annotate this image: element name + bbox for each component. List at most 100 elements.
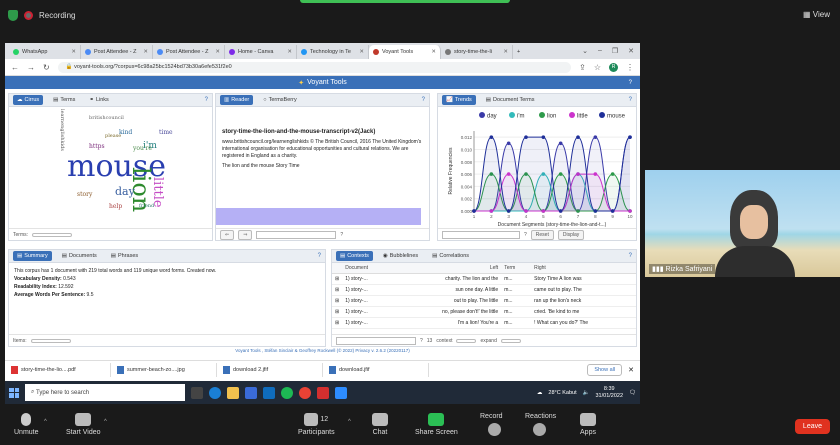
task-view-icon[interactable] bbox=[191, 386, 203, 399]
notification-icon[interactable]: 🗨 bbox=[629, 390, 636, 396]
participants-button[interactable]: 12 Participants bbox=[298, 413, 335, 436]
chat-button[interactable]: Chat bbox=[372, 413, 388, 436]
items-slider[interactable] bbox=[30, 338, 71, 343]
view-button[interactable]: ▦ View bbox=[803, 10, 830, 19]
clock[interactable]: 8:39 31/01/2022 bbox=[595, 386, 623, 399]
trends-search-input[interactable] bbox=[442, 230, 520, 239]
maximize-icon[interactable]: ❐ bbox=[612, 47, 618, 55]
help-icon[interactable]: ? bbox=[629, 80, 632, 86]
browser-tab[interactable]: story-time-the-li ✕ bbox=[441, 45, 513, 59]
cloud-word[interactable]: help bbox=[109, 203, 122, 210]
download-item[interactable]: download 2.jfif bbox=[223, 363, 323, 377]
cloud-word[interactable]: please bbox=[105, 133, 121, 139]
help-icon[interactable]: ? bbox=[205, 97, 208, 103]
tab-links[interactable]: ⚭ Links bbox=[85, 95, 112, 105]
browser-tab[interactable]: Home - Canva ✕ bbox=[225, 45, 297, 59]
document-segment-bar[interactable] bbox=[216, 208, 421, 225]
help-icon[interactable]: ? bbox=[629, 97, 632, 103]
help-icon[interactable]: ? bbox=[420, 338, 423, 344]
tab-correlations[interactable]: ▤ Correlations bbox=[428, 251, 473, 261]
acrobat-icon[interactable] bbox=[317, 386, 329, 399]
tab-phrases[interactable]: ▤ Phrases bbox=[107, 251, 142, 261]
menu-icon[interactable]: ⋮ bbox=[626, 63, 634, 72]
legend-label[interactable]: little bbox=[577, 114, 588, 120]
tab-cirrus[interactable]: ☁ Cirrus bbox=[13, 95, 44, 105]
download-item[interactable]: story-time-the-lio....pdf bbox=[11, 363, 111, 377]
speaker-icon[interactable]: 🔈 bbox=[583, 390, 590, 396]
help-icon[interactable]: ? bbox=[318, 253, 321, 259]
browser-tab[interactable]: Technology in Te ✕ bbox=[297, 45, 369, 59]
record-button[interactable]: Record bbox=[480, 413, 503, 436]
legend-label[interactable]: mouse bbox=[607, 114, 626, 120]
table-row[interactable]: ⊞ 1) story-... no, please don't!' the litt… bbox=[332, 306, 636, 318]
legend-label[interactable]: lion bbox=[547, 114, 556, 120]
column-header[interactable]: Left bbox=[392, 263, 502, 274]
table-row[interactable]: ⊞ 1) story-... out to play. The little m...… bbox=[332, 295, 636, 307]
tab-contexts[interactable]: ▤ Contexts bbox=[336, 251, 373, 261]
tab-document-terms[interactable]: ▤ Document Terms bbox=[482, 95, 539, 105]
help-icon[interactable]: ? bbox=[524, 232, 527, 238]
reader-search-input[interactable] bbox=[256, 230, 337, 239]
display-button[interactable]: Display bbox=[557, 229, 585, 240]
mail-icon[interactable] bbox=[263, 386, 275, 399]
tab-summary[interactable]: ▤ Summary bbox=[13, 251, 52, 261]
cloud-word[interactable]: day bbox=[115, 185, 135, 198]
help-icon[interactable]: ? bbox=[422, 97, 425, 103]
url-field[interactable]: 🔒 voyant-tools.org/?corpus=6c98a25bc1524… bbox=[57, 61, 572, 73]
close-icon[interactable]: ✕ bbox=[628, 366, 634, 374]
context-slider[interactable] bbox=[456, 338, 477, 343]
browser-tab[interactable]: Post Attendee - Z ✕ bbox=[81, 45, 153, 59]
close-icon[interactable]: ✕ bbox=[143, 49, 148, 55]
cloud-word[interactable]: learnenglishkids bbox=[59, 109, 65, 151]
prev-icon[interactable]: ⇐ bbox=[220, 229, 235, 240]
column-header[interactable]: Right bbox=[531, 263, 636, 274]
contexts-search-input[interactable] bbox=[336, 336, 416, 345]
table-row[interactable]: ⊞ 1) story-... I'm a lion! You're a m...! W… bbox=[332, 317, 636, 329]
chrome-icon[interactable] bbox=[299, 386, 311, 399]
next-icon[interactable]: ⇒ bbox=[238, 229, 253, 240]
legend-label[interactable]: i'm bbox=[517, 114, 524, 120]
help-icon[interactable]: ? bbox=[629, 253, 632, 259]
close-icon[interactable]: ✕ bbox=[215, 49, 220, 55]
spotify-icon[interactable] bbox=[281, 386, 293, 399]
cloud-word[interactable]: time bbox=[159, 129, 173, 136]
chevron-down-icon[interactable]: ⌄ bbox=[582, 47, 588, 55]
tab-documents[interactable]: ▤ Documents bbox=[58, 251, 101, 261]
store-icon[interactable] bbox=[245, 386, 257, 399]
browser-tab-active[interactable]: Voyant Tools ✕ bbox=[369, 45, 441, 59]
share-screen-button[interactable]: Share Screen bbox=[415, 413, 458, 436]
caret-up-icon[interactable]: ^ bbox=[44, 419, 47, 425]
tab-terms[interactable]: ▤ Terms bbox=[49, 95, 79, 105]
browser-tab[interactable]: Post Attendee - Z ✕ bbox=[153, 45, 225, 59]
close-icon[interactable]: ✕ bbox=[287, 49, 292, 55]
reset-button[interactable]: Reset bbox=[530, 229, 554, 240]
cloud-word[interactable]: britishcouncil bbox=[89, 115, 124, 121]
caret-up-icon[interactable]: ^ bbox=[348, 419, 351, 425]
apps-button[interactable]: Apps bbox=[580, 413, 596, 436]
weather-text[interactable]: 28°C Kabut bbox=[548, 390, 576, 396]
profile-avatar[interactable]: R bbox=[609, 62, 618, 72]
tab-termsberry[interactable]: ○ TermsBerry bbox=[259, 95, 300, 105]
table-row[interactable]: ⊞ 1) story-... charity. The lion and the m.… bbox=[332, 273, 636, 285]
show-all-button[interactable]: Show all bbox=[587, 364, 623, 376]
participant-video[interactable]: ▮▮▮ Rizka Safriyani bbox=[645, 170, 840, 277]
new-tab-button[interactable]: + bbox=[513, 45, 529, 59]
download-item[interactable]: download.jfif bbox=[329, 363, 429, 377]
star-icon[interactable]: ☆ bbox=[594, 63, 601, 72]
browser-tab[interactable]: WhatsApp ✕ bbox=[9, 45, 81, 59]
start-video-button[interactable]: Start Video bbox=[66, 413, 101, 436]
close-icon[interactable]: ✕ bbox=[431, 49, 436, 55]
expand-slider[interactable] bbox=[500, 338, 521, 343]
forward-icon[interactable]: → bbox=[27, 63, 35, 72]
cloud-word[interactable]: story bbox=[77, 191, 92, 198]
close-window-icon[interactable]: ✕ bbox=[628, 47, 634, 55]
download-item[interactable]: summer-beach-zo....jpg bbox=[117, 363, 217, 377]
back-icon[interactable]: ← bbox=[11, 63, 19, 72]
share-icon[interactable]: ⇪ bbox=[579, 63, 586, 72]
leave-button[interactable]: Leave bbox=[794, 419, 830, 434]
credits-footer[interactable]: Voyant Tools , Stéfan Sinclair & Geoffre… bbox=[5, 348, 640, 353]
close-icon[interactable]: ✕ bbox=[71, 49, 76, 55]
cloud-word[interactable]: friend bbox=[139, 203, 154, 209]
tab-trends[interactable]: 📈 Trends bbox=[442, 95, 476, 105]
legend-label[interactable]: day bbox=[487, 114, 497, 120]
